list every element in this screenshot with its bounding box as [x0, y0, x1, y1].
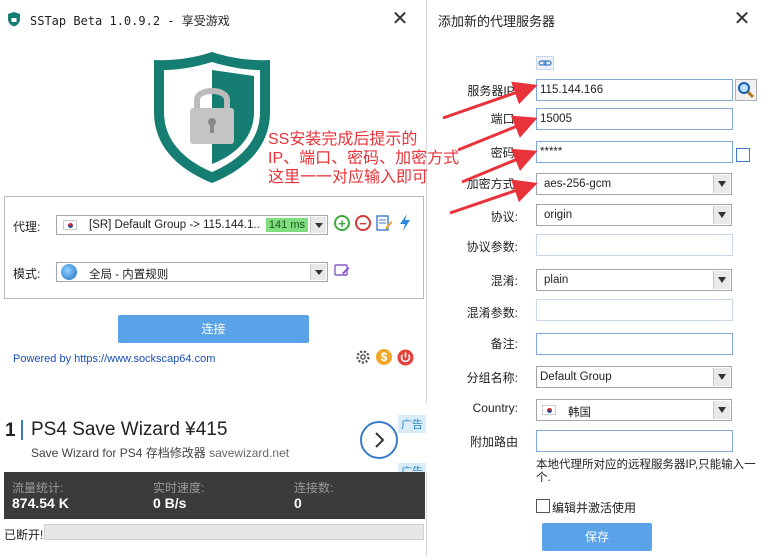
arrow-to-port [457, 115, 538, 152]
arrow-to-cipher [449, 179, 538, 215]
annotation-arrows [442, 81, 538, 215]
arrow-to-ip [442, 81, 538, 120]
arrow-to-password [461, 148, 538, 184]
